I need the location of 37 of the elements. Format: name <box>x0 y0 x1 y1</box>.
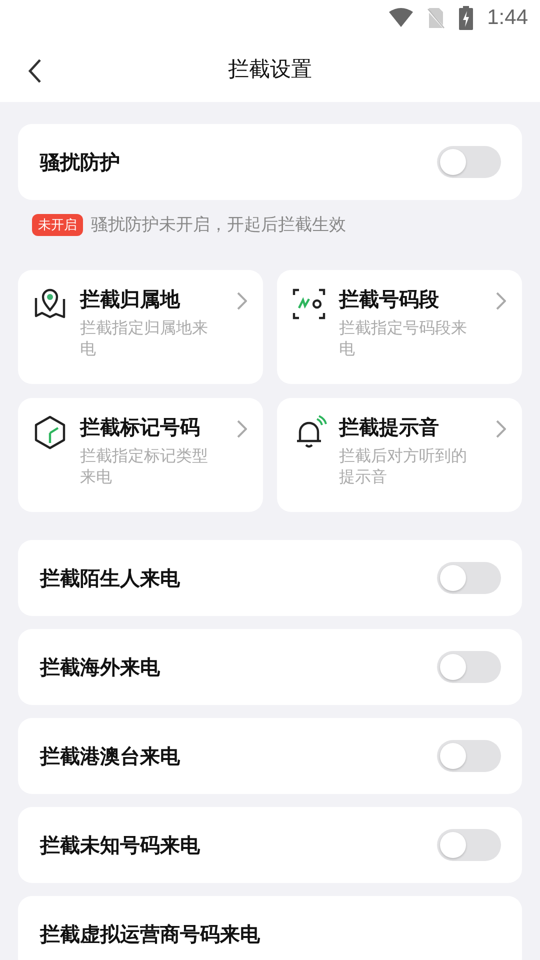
shortcut-description: 拦截后对方听到的提示音 <box>339 445 468 487</box>
shortcut-title: 拦截号码段 <box>339 286 440 312</box>
wifi-icon <box>389 8 414 28</box>
battery-icon <box>459 6 474 30</box>
no-sim-icon <box>427 7 446 29</box>
shortcut-card[interactable]: 拦截提示音 拦截后对方听到的提示音 <box>277 398 522 512</box>
chevron-right-icon <box>237 292 247 310</box>
shortcut-description: 拦截指定标记类型来电 <box>80 445 209 487</box>
shortcut-title: 拦截标记号码 <box>80 414 201 440</box>
shortcut-card[interactable]: 拦截号码段 拦截指定号码段来电 <box>277 270 522 384</box>
setting-label: 拦截未知号码来电 <box>40 832 200 858</box>
shortcut-title: 拦截提示音 <box>339 414 440 440</box>
cube-icon <box>32 414 68 450</box>
shortcut-title: 拦截归属地 <box>80 286 182 312</box>
setting-label: 拦截港澳台来电 <box>40 742 180 770</box>
shortcut-description: 拦截指定号码段来电 <box>339 317 468 359</box>
setting-label: 拦截虚拟运营商号码来电 <box>40 920 260 948</box>
shortcut-card[interactable]: 拦截标记号码 拦截指定标记类型来电 <box>18 398 263 512</box>
setting-label: 拦截海外来电 <box>40 654 160 680</box>
status-badge: 未开启 <box>32 214 83 236</box>
page-title: 拦截设置 <box>228 56 312 83</box>
notice-text: 骚扰防护未开启，开起后拦截生效 <box>91 214 346 236</box>
setting-label: 骚扰防护 <box>40 148 120 176</box>
status-time: 1:44 <box>487 6 528 30</box>
chevron-right-icon <box>496 420 506 438</box>
toggle-switch[interactable] <box>437 146 501 178</box>
chevron-right-icon <box>496 292 506 310</box>
setting-label: 拦截陌生人来电 <box>40 564 180 592</box>
shortcut-description: 拦截指定归属地来电 <box>80 317 209 359</box>
back-icon <box>28 58 42 84</box>
toggle-switch[interactable] <box>437 829 501 861</box>
shortcut-card[interactable]: 拦截归属地 拦截指定归属地来电 <box>18 270 263 384</box>
toggle-switch[interactable] <box>437 651 501 683</box>
toggle-switch[interactable] <box>437 562 501 594</box>
scan-frame-icon <box>291 286 327 322</box>
chevron-right-icon <box>237 420 247 438</box>
toggle-switch[interactable] <box>437 740 501 772</box>
